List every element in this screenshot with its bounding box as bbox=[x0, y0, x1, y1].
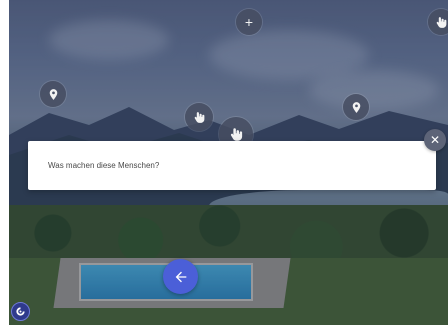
hotspot-button-top-right[interactable] bbox=[428, 9, 448, 35]
location-pin-icon bbox=[49, 88, 57, 100]
plus-icon: + bbox=[244, 14, 254, 30]
question-card: Was machen diese Menschen? bbox=[28, 141, 436, 190]
hotspot-button[interactable] bbox=[185, 103, 213, 131]
hand-pointer-icon bbox=[230, 127, 242, 141]
brand-logo[interactable] bbox=[11, 302, 30, 321]
add-button[interactable]: + bbox=[236, 9, 262, 35]
location-pin-button[interactable] bbox=[343, 94, 369, 120]
hand-pointer-icon bbox=[194, 111, 204, 123]
hand-pointer-icon bbox=[436, 16, 446, 28]
location-pin-icon bbox=[352, 101, 360, 113]
location-pin-button[interactable] bbox=[40, 81, 66, 107]
close-icon: ✕ bbox=[429, 133, 441, 147]
brand-logo-icon bbox=[16, 307, 25, 316]
arrow-left-icon bbox=[175, 271, 186, 282]
close-button[interactable]: ✕ bbox=[424, 129, 446, 151]
back-button[interactable] bbox=[163, 259, 198, 294]
question-text: Was machen diese Menschen? bbox=[48, 161, 160, 170]
